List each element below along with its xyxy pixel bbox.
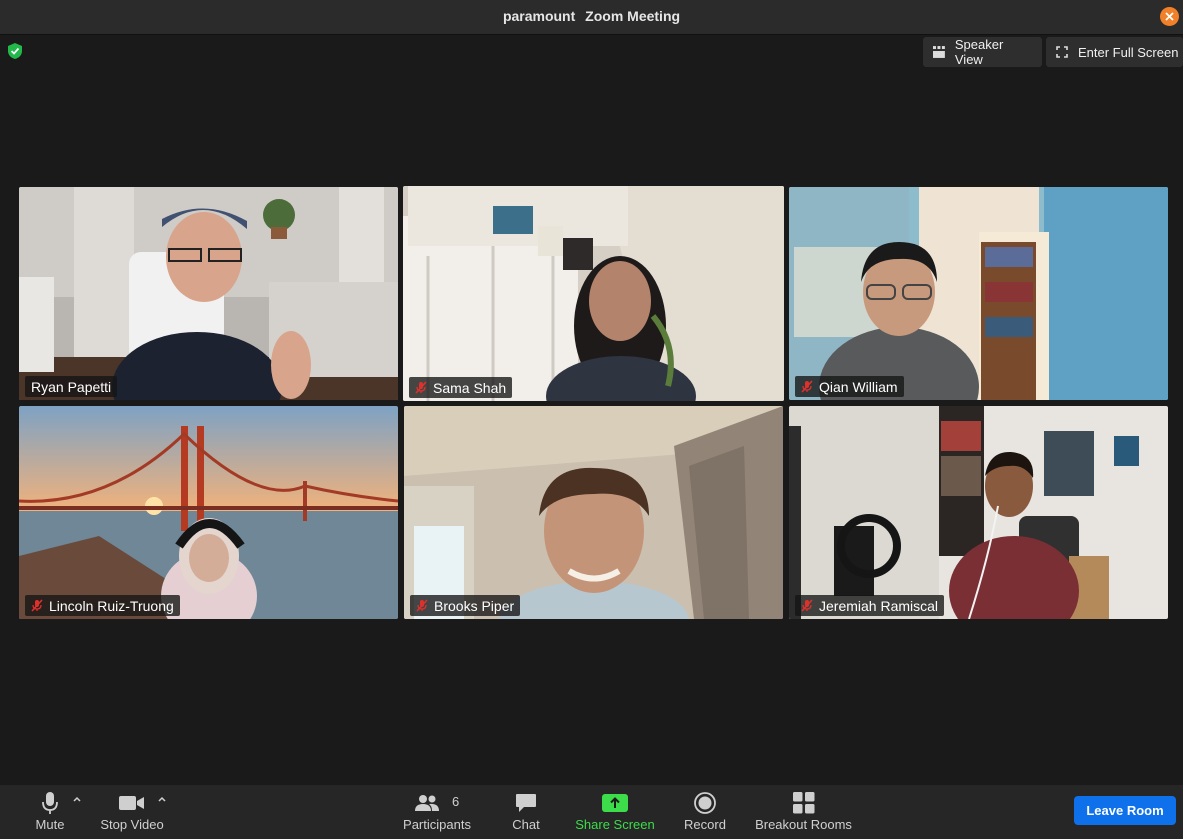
participant-name: Ryan Papetti — [31, 378, 112, 395]
share-screen-button[interactable]: Share Screen — [573, 785, 657, 839]
full-screen-label: Enter Full Screen — [1078, 44, 1179, 60]
encryption-shield-icon[interactable] — [7, 42, 23, 60]
video-options-chevron-icon[interactable] — [157, 795, 167, 805]
name-tag: Brooks Piper — [410, 595, 521, 616]
name-tag: Qian William — [795, 376, 904, 397]
participant-name: Sama Shah — [433, 379, 507, 396]
enter-full-screen-button[interactable]: Enter Full Screen — [1046, 37, 1183, 67]
stop-video-button[interactable]: Stop Video — [96, 785, 168, 839]
chat-bubble-icon — [516, 793, 536, 812]
share-screen-icon — [602, 793, 628, 812]
muted-mic-icon — [801, 380, 813, 393]
participant-name: Qian William — [819, 378, 898, 395]
window-title-text: Zoom Meeting — [585, 8, 681, 24]
video-feed-jeremiah-ramiscal — [789, 406, 1168, 619]
leave-room-button[interactable]: Leave Room — [1074, 796, 1176, 825]
breakout-rooms-button[interactable]: Breakout Rooms — [752, 785, 855, 839]
video-feed-sama-shah — [403, 186, 784, 401]
chat-button[interactable]: Chat — [506, 785, 546, 839]
video-tile-ryan-papetti[interactable]: Ryan Papetti — [19, 187, 398, 400]
close-icon — [1165, 12, 1174, 21]
record-icon — [694, 791, 716, 814]
speaker-view-label: Speaker View — [954, 37, 1004, 67]
chat-label: Chat — [512, 817, 540, 832]
video-tile-sama-shah[interactable]: Sama Shah — [403, 186, 784, 401]
video-feed-ryan-papetti — [19, 187, 398, 400]
muted-mic-icon — [415, 381, 427, 394]
record-label: Record — [684, 817, 726, 832]
full-screen-icon — [1056, 46, 1068, 58]
muted-mic-icon — [801, 599, 813, 612]
stop-video-label: Stop Video — [100, 817, 164, 832]
name-tag: Lincoln Ruiz-Truong — [25, 595, 180, 616]
record-button[interactable]: Record — [682, 785, 728, 839]
participants-button[interactable]: Participants — [398, 785, 476, 839]
participants-label: Participants — [403, 817, 471, 832]
microphone-icon — [42, 791, 58, 814]
video-tile-qian-william[interactable]: Qian William — [789, 187, 1168, 400]
window-title: paramount Zoom Meeting — [0, 0, 1183, 34]
video-tile-lincoln-ruiz-truong[interactable]: Lincoln Ruiz-Truong — [19, 406, 398, 619]
video-tile-brooks-piper[interactable]: Brooks Piper — [404, 406, 783, 619]
mute-button[interactable]: Mute — [30, 785, 70, 839]
breakout-rooms-label: Breakout Rooms — [755, 817, 852, 832]
muted-mic-icon — [416, 599, 428, 612]
participants-icon — [415, 794, 439, 811]
breakout-rooms-icon — [792, 791, 814, 813]
video-feed-qian-william — [789, 187, 1168, 400]
share-screen-label: Share Screen — [575, 817, 655, 832]
name-tag: Ryan Papetti — [25, 376, 118, 397]
speaker-view-icon — [933, 46, 945, 58]
participant-name: Brooks Piper — [434, 597, 515, 614]
video-feed-lincoln-ruiz-truong — [19, 406, 398, 619]
speaker-view-button[interactable]: Speaker View — [923, 37, 1042, 67]
title-bar: paramount Zoom Meeting — [0, 0, 1183, 35]
participant-count: 6 — [452, 794, 460, 809]
video-camera-icon — [119, 795, 144, 810]
participant-name: Jeremiah Ramiscal — [819, 597, 939, 614]
meeting-toolbar: Mute Stop Video Participants 6 Chat Shar… — [0, 785, 1183, 839]
window-host: paramount — [502, 8, 576, 24]
video-tile-jeremiah-ramiscal[interactable]: Jeremiah Ramiscal — [789, 406, 1168, 619]
participant-name: Lincoln Ruiz-Truong — [49, 597, 174, 614]
audio-options-chevron-icon[interactable] — [72, 795, 82, 805]
mute-label: Mute — [35, 817, 65, 832]
video-feed-brooks-piper — [404, 406, 783, 619]
close-window-button[interactable] — [1160, 7, 1179, 26]
name-tag: Jeremiah Ramiscal — [795, 595, 945, 616]
muted-mic-icon — [31, 599, 43, 612]
name-tag: Sama Shah — [409, 377, 513, 398]
